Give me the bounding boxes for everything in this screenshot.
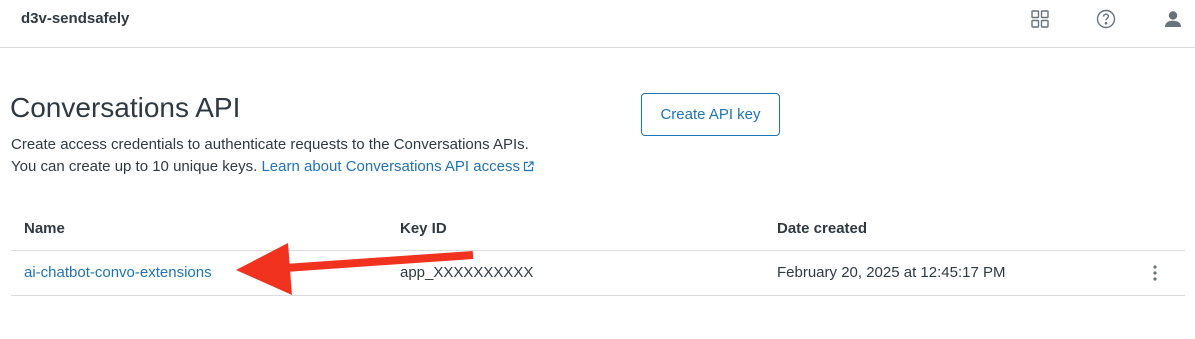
page-description: Create access credentials to authenticat…	[11, 134, 611, 178]
learn-more-link-label: Learn about Conversations API access	[261, 158, 520, 175]
api-key-id: app_XXXXXXXXXX	[400, 264, 534, 281]
description-line-2: You can create up to 10 unique keys. Lea…	[11, 156, 611, 178]
description-limit-text: You can create up to 10 unique keys.	[11, 158, 258, 175]
help-icon[interactable]	[1095, 8, 1117, 30]
create-api-key-button[interactable]: Create API key	[641, 93, 780, 136]
table-row: ai-chatbot-convo-extensions app_XXXXXXXX…	[11, 251, 1185, 296]
learn-more-link[interactable]: Learn about Conversations API access	[261, 158, 534, 175]
row-options-icon[interactable]	[1147, 262, 1163, 284]
external-link-icon	[523, 161, 534, 172]
apps-grid-icon[interactable]	[1029, 8, 1051, 30]
column-header-key-id: Key ID	[400, 220, 447, 237]
api-key-name-link[interactable]: ai-chatbot-convo-extensions	[24, 264, 212, 281]
api-key-date-created: February 20, 2025 at 12:45:17 PM	[777, 264, 1006, 281]
description-line-1: Create access credentials to authenticat…	[11, 136, 529, 153]
table-header-row: Name Key ID Date created	[11, 206, 1185, 251]
top-bar: d3v-sendsafely	[0, 0, 1195, 48]
column-header-name: Name	[24, 220, 65, 237]
api-keys-table: Name Key ID Date created ai-chatbot-conv…	[11, 206, 1185, 296]
user-icon[interactable]	[1162, 8, 1184, 30]
page-title: Conversations API	[10, 92, 241, 123]
column-header-date-created: Date created	[777, 220, 868, 237]
account-name: d3v-sendsafely	[21, 10, 130, 27]
